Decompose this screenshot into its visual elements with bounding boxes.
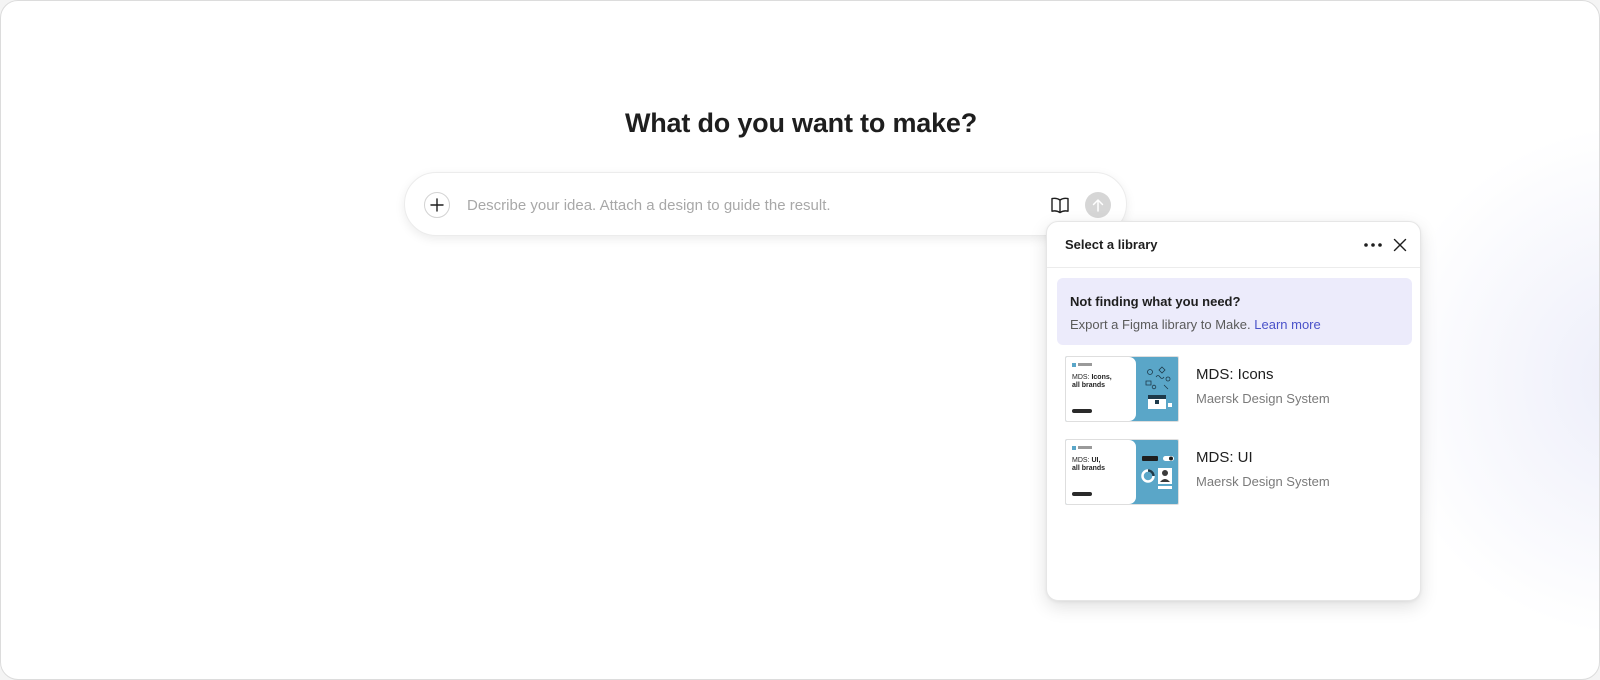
thumbnail-title: MDS: UI, all brands <box>1072 457 1132 473</box>
prompt-input[interactable] <box>467 187 1027 223</box>
notice-body: Export a Figma library to Make. Learn mo… <box>1070 317 1321 332</box>
book-icon <box>1051 197 1069 214</box>
library-item-mds-icons[interactable]: MDS: Icons, all brands MDS: Icons Maersk… <box>1057 353 1412 425</box>
library-button[interactable] <box>1046 191 1074 219</box>
app-window: What do you want to make? Select a libra… <box>0 0 1600 680</box>
close-icon <box>1393 238 1407 252</box>
attach-button[interactable] <box>424 192 450 218</box>
thumbnail-bold: UI, <box>1091 457 1101 464</box>
more-horizontal-icon <box>1364 243 1382 247</box>
notice-text: Export a Figma library to Make. <box>1070 317 1251 332</box>
library-name: MDS: UI <box>1196 449 1253 466</box>
brand-logo-icon <box>1072 363 1076 367</box>
send-button[interactable] <box>1085 192 1111 218</box>
arrow-up-icon <box>1092 199 1104 212</box>
thumbnail-prefix: MDS: <box>1072 374 1092 381</box>
thumbnail-title: MDS: Icons, all brands <box>1072 374 1132 390</box>
plus-icon <box>430 198 444 212</box>
prompt-box <box>404 172 1127 236</box>
brand-wordmark <box>1078 446 1092 449</box>
thumbnail-prefix: MDS: <box>1072 457 1092 464</box>
panel-header: Select a library <box>1047 222 1420 268</box>
brand-wordmark <box>1078 363 1092 366</box>
library-name: MDS: Icons <box>1196 366 1274 383</box>
thumbnail-pill <box>1072 409 1092 413</box>
library-panel: Select a library Not finding what you ne… <box>1046 221 1421 601</box>
thumbnail-pill <box>1072 492 1092 496</box>
panel-title: Select a library <box>1065 237 1158 252</box>
close-panel-button[interactable] <box>1389 234 1411 256</box>
library-thumbnail: MDS: UI, all brands <box>1065 439 1179 505</box>
thumbnail-card: MDS: UI, all brands <box>1066 440 1136 504</box>
library-subtitle: Maersk Design System <box>1196 474 1330 489</box>
more-options-button[interactable] <box>1361 235 1385 255</box>
icons-illustration <box>1145 366 1172 409</box>
notice-title: Not finding what you need? <box>1070 294 1241 309</box>
page-title: What do you want to make? <box>624 108 977 138</box>
library-item-mds-ui[interactable]: MDS: UI, all brands MDS: UI Maersk Desig… <box>1057 436 1412 508</box>
library-thumbnail: MDS: Icons, all brands <box>1065 356 1179 422</box>
thumbnail-line2: all brands <box>1072 382 1106 389</box>
ui-illustration <box>1141 456 1174 489</box>
library-subtitle: Maersk Design System <box>1196 391 1330 406</box>
thumbnail-bold: Icons, <box>1091 374 1112 381</box>
thumbnail-line2: all brands <box>1072 465 1106 472</box>
brand-logo-icon <box>1072 446 1076 450</box>
thumbnail-card: MDS: Icons, all brands <box>1066 357 1136 421</box>
learn-more-link[interactable]: Learn more <box>1254 317 1320 332</box>
library-notice: Not finding what you need? Export a Figm… <box>1057 278 1412 345</box>
